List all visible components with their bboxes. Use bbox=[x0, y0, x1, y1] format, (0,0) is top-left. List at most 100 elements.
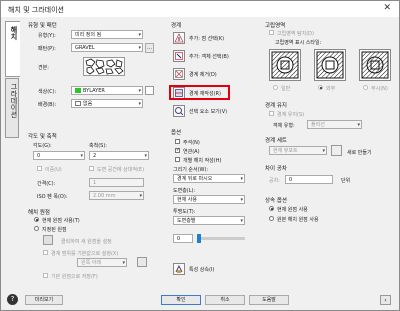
object-type-select[interactable]: 폴리선 ▾ bbox=[307, 120, 362, 129]
island-normal-radio[interactable] bbox=[273, 85, 278, 90]
tolerance-input[interactable]: 0 bbox=[285, 175, 333, 184]
inherit-use-current-label: 현재 원점 사용 bbox=[277, 207, 308, 213]
transparency-select[interactable]: 도면층별 ▾ bbox=[173, 216, 245, 225]
associative-checkbox[interactable] bbox=[175, 147, 180, 153]
inherit-use-source-label: 원본 해치 원점 사용 bbox=[277, 217, 319, 223]
spacing-input[interactable]: 1 bbox=[89, 178, 144, 187]
new-boundary-set-label: 새로 만들기 bbox=[347, 150, 372, 156]
type-pattern-header: 유형 및 패턴 bbox=[28, 23, 57, 29]
default-boundary-checkbox[interactable] bbox=[43, 250, 48, 255]
double-label: 이중(U) bbox=[45, 167, 62, 173]
boundary-set-select[interactable]: 현재 뷰포트 ▾ bbox=[269, 146, 327, 155]
gap-tolerance-header: 차이 공차 bbox=[265, 166, 287, 172]
island-ignore-radio[interactable] bbox=[363, 85, 368, 90]
title-bar: 해치 및 그라데이션 ✕ bbox=[1, 1, 399, 17]
relative-paper-checkbox[interactable] bbox=[89, 166, 94, 171]
bottom-left-select[interactable]: 왼쪽 아래 ▾ bbox=[77, 258, 127, 267]
transparency-label: 투명도(T): bbox=[173, 209, 196, 215]
island-normal-preview[interactable] bbox=[269, 49, 301, 81]
angle-label: 각도(G): bbox=[33, 143, 52, 149]
tab-strip: 해치 그라데이션 bbox=[5, 21, 21, 139]
click-set-origin-label: 클릭하여 새 원점을 설정 bbox=[61, 239, 112, 245]
island-outer-radio[interactable] bbox=[318, 85, 323, 90]
type-select[interactable]: 미리 정의 됨 ▾ bbox=[71, 30, 143, 39]
separate-hatches-label: 개별 해치 작성(H) bbox=[183, 158, 222, 164]
spacing-label: 간격(C): bbox=[37, 181, 56, 187]
transparency-value-input[interactable]: 0 bbox=[173, 234, 193, 243]
island-outer-label: 외부 bbox=[326, 86, 336, 92]
store-origin-checkbox[interactable] bbox=[43, 273, 48, 278]
inherit-use-source-radio[interactable] bbox=[269, 216, 274, 221]
separate-hatches-checkbox[interactable] bbox=[175, 157, 180, 162]
window-title: 해치 및 그라데이션 bbox=[8, 6, 64, 14]
preview-button[interactable]: 미리보기 bbox=[25, 295, 63, 305]
tab-gradient[interactable]: 그라데이션 bbox=[5, 78, 19, 138]
layer-select[interactable]: 현재 사용 ▾ bbox=[173, 195, 245, 204]
default-boundary-label: 경계 범위를 기본값으로 설정(X) bbox=[51, 251, 119, 257]
layer-label: 도면층(L): bbox=[173, 188, 196, 194]
boundaries-header: 경계 bbox=[171, 23, 182, 29]
type-label: 유형(Y): bbox=[38, 33, 56, 39]
background-swatch bbox=[75, 101, 81, 106]
help-button[interactable]: 도움말 bbox=[249, 295, 289, 305]
angle-scale-header: 각도 및 축척 bbox=[28, 134, 57, 140]
island-ignore-label: 무시(N) bbox=[371, 86, 388, 92]
island-ignore-preview[interactable] bbox=[359, 49, 391, 81]
remove-boundary-icon bbox=[173, 68, 185, 80]
use-current-origin-radio[interactable] bbox=[34, 217, 39, 222]
iso-pen-select[interactable]: 2.00 mm ▾ bbox=[89, 191, 144, 200]
scale-select[interactable]: 2 ▾ bbox=[89, 151, 149, 160]
angle-select[interactable]: 0 ▾ bbox=[33, 151, 85, 160]
transparency-slider-thumb[interactable] bbox=[197, 234, 201, 243]
draw-order-label: 그리기 순서(W): bbox=[173, 167, 209, 173]
inherit-use-current-radio[interactable] bbox=[269, 206, 274, 211]
pick-points-icon bbox=[173, 32, 185, 44]
draw-order-select[interactable]: 경계 뒤로 마시오 ▾ bbox=[173, 174, 245, 183]
click-set-origin-icon[interactable] bbox=[43, 235, 53, 245]
collapse-arrow-icon[interactable]: ‹ bbox=[380, 295, 391, 305]
island-detect-label: 고립영역 탐지(D) bbox=[277, 31, 314, 37]
annotative-label: 주석(N) bbox=[183, 140, 200, 146]
inherit-options-header: 상속 옵션 bbox=[265, 198, 287, 204]
island-normal-label: 일반 bbox=[281, 86, 291, 92]
specified-origin-radio[interactable] bbox=[34, 226, 39, 231]
inherit-properties-icon bbox=[173, 263, 185, 275]
island-outer-preview[interactable] bbox=[314, 49, 346, 81]
help-icon[interactable]: ? bbox=[7, 294, 18, 305]
close-icon[interactable]: ✕ bbox=[383, 3, 391, 13]
origin-preview-icon bbox=[137, 257, 147, 267]
store-origin-label: 기본 원점으로 저장(F) bbox=[51, 274, 98, 280]
pattern-select[interactable]: GRAVEL ▾ bbox=[71, 43, 143, 52]
hatch-dialog: 해치 및 그라데이션 ✕ 해치 그라데이션 유형 및 패턴 유형(Y): 미리 … bbox=[0, 0, 400, 311]
associative-label: 연관(A) bbox=[183, 149, 200, 155]
transparency-slider[interactable] bbox=[197, 234, 245, 243]
island-style-label: 고립영역 표시 스타일: bbox=[275, 40, 322, 46]
background-select[interactable]: 없음 ▾ bbox=[71, 99, 143, 108]
pattern-browse-button[interactable]: … bbox=[145, 43, 154, 53]
pattern-label: 패턴(P): bbox=[38, 46, 56, 52]
new-boundary-set-icon[interactable] bbox=[331, 145, 342, 156]
iso-pen-label: ISO 펜 폭(O): bbox=[37, 194, 68, 200]
view-selections-icon bbox=[173, 105, 185, 117]
object-type-label: 객체 유형: bbox=[273, 123, 295, 129]
color-label: 색상(C): bbox=[38, 89, 57, 95]
cancel-button[interactable]: 취소 bbox=[205, 295, 245, 305]
select-objects-icon bbox=[173, 50, 185, 62]
island-detect-checkbox[interactable] bbox=[269, 30, 274, 35]
use-current-origin-label: 현재 원점 사용(T) bbox=[42, 218, 80, 224]
double-checkbox[interactable] bbox=[37, 166, 42, 171]
pattern-swatch[interactable] bbox=[83, 57, 125, 76]
ok-button[interactable]: 확인 bbox=[161, 295, 201, 305]
highlight-box bbox=[169, 85, 230, 100]
tab-hatch[interactable]: 해치 bbox=[5, 21, 20, 77]
boundary-set-header: 경계 세트 bbox=[265, 138, 287, 144]
retain-boundaries-checkbox[interactable] bbox=[269, 111, 274, 116]
color-select[interactable]: BYLAYER ▾ bbox=[71, 86, 143, 95]
boundary-retention-header: 경계 유지 bbox=[265, 103, 287, 109]
relative-paper-label: 도면 공간에 상대적(E) bbox=[97, 167, 145, 173]
tolerance-unit-label: 단위 bbox=[341, 178, 351, 184]
annotative-checkbox[interactable] bbox=[175, 139, 180, 144]
origin-header: 해치 원점 bbox=[28, 210, 50, 216]
swatch-label: 견본: bbox=[38, 65, 49, 71]
color-override-icon[interactable] bbox=[145, 86, 154, 95]
